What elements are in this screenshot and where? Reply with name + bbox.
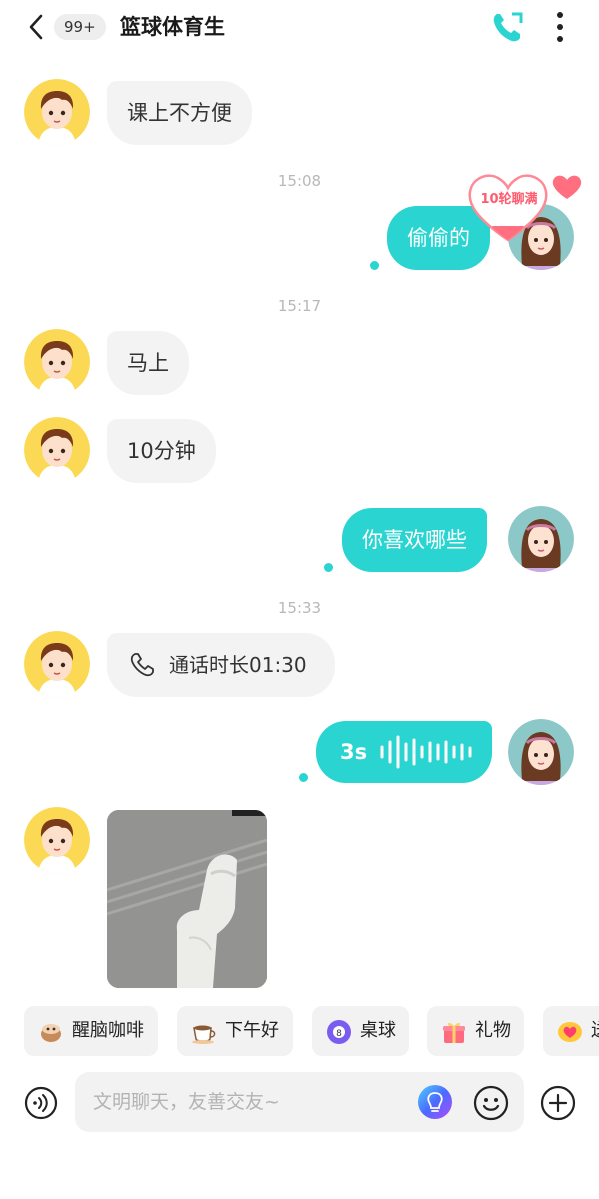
svg-text:8: 8 — [336, 1029, 342, 1039]
chat-streak-heart-badge — [468, 174, 548, 242]
contact-avatar[interactable] — [24, 79, 90, 145]
voice-input-toggle-icon[interactable] — [24, 1086, 58, 1120]
image-message[interactable] — [107, 810, 267, 988]
contact-avatar[interactable] — [24, 417, 90, 483]
more-vertical-icon[interactable] — [552, 10, 568, 44]
heart-bubble-icon — [558, 1022, 582, 1042]
coffee-bean-icon — [41, 1024, 61, 1042]
my-avatar[interactable] — [508, 506, 574, 572]
message-bubble-incoming[interactable]: 10分钟 — [107, 419, 216, 483]
heart-icon — [552, 175, 582, 199]
chat-title: 篮球体育生 — [120, 15, 225, 39]
message-input-container — [75, 1072, 524, 1132]
read-indicator-dot — [324, 563, 333, 572]
message-bubble-incoming[interactable]: 马上 — [107, 331, 189, 395]
phone-icon[interactable] — [490, 10, 526, 44]
message-bubble-incoming[interactable]: 课上不方便 — [107, 81, 252, 145]
emoji-icon[interactable] — [473, 1085, 509, 1121]
message-timestamp: 15:17 — [277, 297, 322, 315]
voice-waveform-icon — [380, 735, 472, 769]
quick-chip-label: 桌球 — [360, 1020, 396, 1041]
message-input[interactable] — [93, 1072, 413, 1132]
quick-chip-billiards[interactable]: 8 桌球 — [312, 1006, 409, 1056]
chevron-left-icon[interactable] — [24, 12, 48, 42]
quick-chip-good-afternoon[interactable]: 下午好 — [177, 1006, 293, 1056]
message-timestamp: 15:33 — [277, 599, 322, 617]
plus-icon[interactable] — [540, 1085, 576, 1121]
voice-duration: 3s — [340, 740, 368, 764]
quick-reply-bar: 醒脑咖啡 下午好 8 桌球 礼物 — [0, 1006, 599, 1058]
quick-chip-label: 醒脑咖啡 — [72, 1020, 144, 1041]
chat-screen: 99+ 篮球体育生 课上不方便 15:08 偷偷的 10轮聊满 15:17 马上… — [0, 0, 599, 1199]
call-record-bubble[interactable]: 通话时长01:30 — [107, 633, 335, 697]
read-indicator-dot — [370, 261, 379, 270]
coffee-cup-icon — [192, 1025, 216, 1044]
contact-avatar[interactable] — [24, 329, 90, 395]
quick-chip-send[interactable]: 送 — [543, 1006, 599, 1056]
contact-avatar[interactable] — [24, 807, 90, 873]
message-bubble-outgoing[interactable]: 你喜欢哪些 — [342, 508, 487, 572]
unread-count-badge[interactable]: 99+ — [54, 14, 106, 40]
quick-chip-label: 送 — [591, 1006, 599, 1056]
voice-message-bubble[interactable]: 3s — [316, 721, 492, 783]
chat-streak-label: 10轮聊满 — [480, 192, 538, 207]
chat-header: 99+ 篮球体育生 — [0, 0, 599, 56]
contact-avatar[interactable] — [24, 631, 90, 697]
photo-image — [107, 810, 267, 988]
quick-chip-gift[interactable]: 礼物 — [427, 1006, 524, 1056]
phone-outline-icon — [130, 653, 154, 677]
quick-chip-label: 礼物 — [475, 1020, 511, 1041]
my-avatar[interactable] — [508, 719, 574, 785]
quick-chip-coffee[interactable]: 醒脑咖啡 — [24, 1006, 158, 1056]
billiard-ball-icon: 8 — [327, 1020, 351, 1044]
gift-icon — [443, 1022, 465, 1043]
call-duration-text: 通话时长01:30 — [169, 653, 307, 677]
ai-assistant-icon[interactable] — [417, 1084, 453, 1120]
read-indicator-dot — [299, 773, 308, 782]
quick-chip-label: 下午好 — [225, 1020, 279, 1041]
